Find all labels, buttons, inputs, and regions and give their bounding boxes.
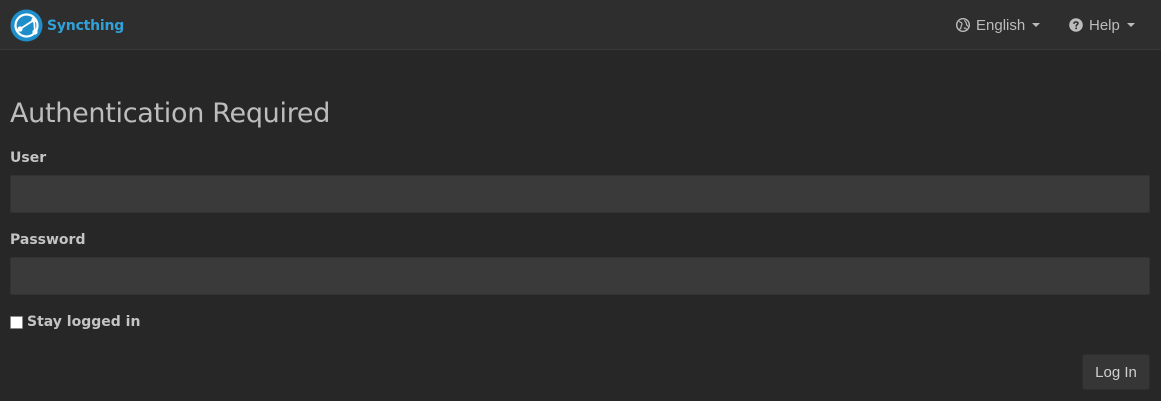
stay-logged-in-option[interactable]: Stay logged in: [10, 314, 140, 330]
navbar: Syncthing English Help: [0, 0, 1161, 50]
language-menu[interactable]: English: [956, 0, 1041, 50]
language-menu-label: English: [976, 16, 1026, 34]
help-menu-label: Help: [1089, 16, 1120, 34]
question-circle-icon: [1069, 18, 1083, 32]
brand-name: Syncthing: [47, 17, 125, 34]
caret-down-icon: [1032, 23, 1041, 27]
brand-link[interactable]: Syncthing: [10, 9, 124, 42]
syncthing-logo-icon: [10, 9, 43, 42]
stay-logged-in-label: Stay logged in: [27, 314, 141, 330]
login-button[interactable]: Log In: [1082, 354, 1150, 390]
help-menu[interactable]: Help: [1069, 0, 1135, 50]
globe-icon: [956, 18, 970, 32]
user-label: User: [10, 150, 47, 166]
caret-down-icon: [1126, 23, 1135, 27]
password-input[interactable]: [10, 257, 1150, 295]
page-title: Authentication Required: [10, 98, 331, 129]
stay-logged-in-checkbox[interactable]: [10, 315, 23, 329]
user-input[interactable]: [10, 175, 1150, 213]
password-label: Password: [10, 232, 86, 248]
